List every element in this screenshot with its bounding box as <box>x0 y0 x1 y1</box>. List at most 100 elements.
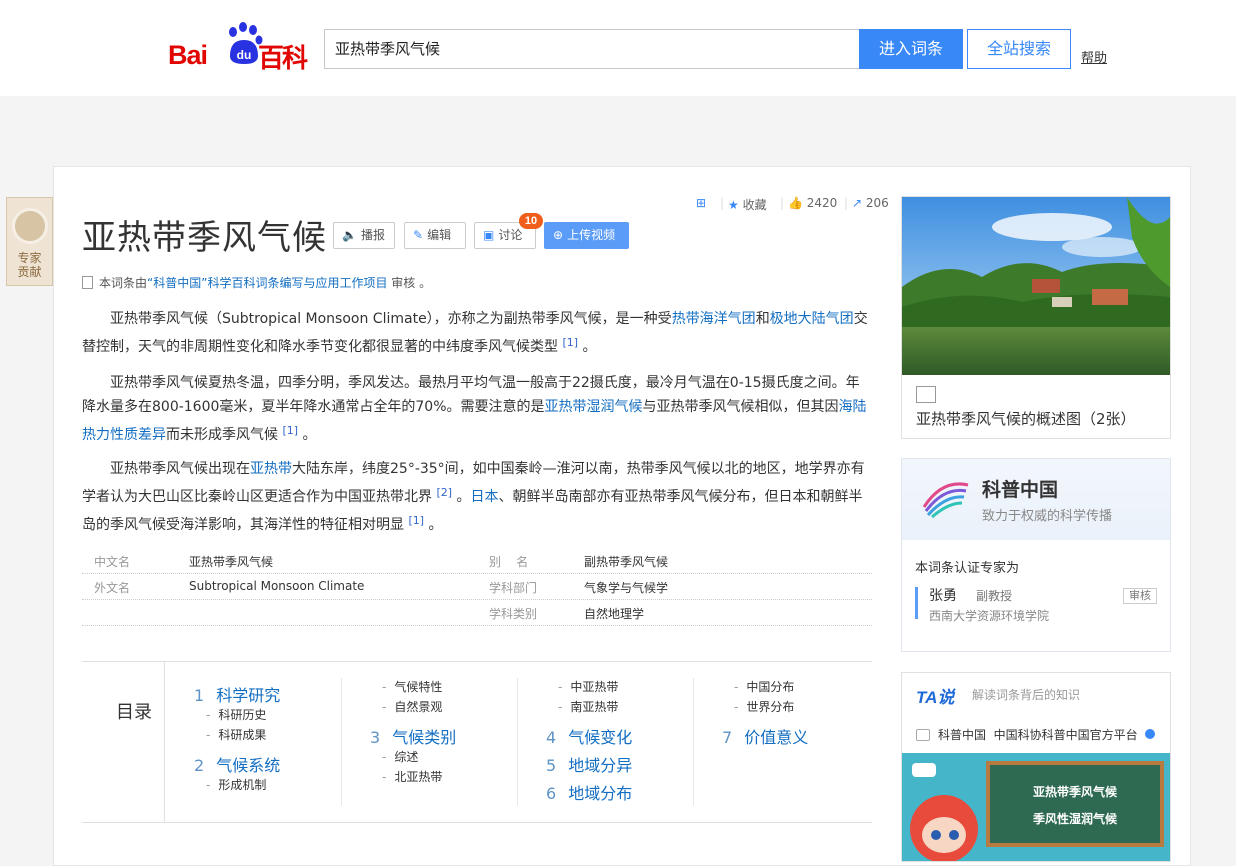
logo-baike-text: 百科 <box>258 44 308 74</box>
edit-button[interactable]: ✎ 编辑 <box>404 222 466 249</box>
summary-paragraph-2: 亚热带季风气候夏热冬温，四季分明，季风发达。最热月平均气温一般高于22摄氏度，最… <box>82 375 867 443</box>
info-key: 外文名 <box>94 581 131 595</box>
toc-subitem[interactable]: - 北亚热带 <box>382 768 442 785</box>
expert-organization: 西南大学资源环境学院 <box>929 609 1050 623</box>
source-avatar-icon <box>916 729 930 741</box>
toc-subitem[interactable]: - 形成机制 <box>206 776 266 793</box>
gallery-icon <box>916 386 936 403</box>
page-title: 亚热带季风气候 <box>82 218 327 258</box>
toc-subitem[interactable]: - 世界分布 <box>734 698 794 715</box>
help-link[interactable]: 帮助 <box>1081 47 1107 66</box>
kepu-header: 科普中国 致力于权威的科学传播 <box>902 459 1170 540</box>
table-row: 中文名 亚热带季风气候 别 名 副热带季风气候 <box>82 548 872 574</box>
table-of-contents: 目录 1 科学研究 - 科研历史 - 科研成果 2 气候系统 - 形成机制 - 气候特性 -… <box>82 661 872 823</box>
pencil-icon: ✎ <box>413 228 424 242</box>
add-icon[interactable]: ⊞ <box>696 196 706 210</box>
toc-subitem[interactable]: - 南亚热带 <box>558 698 618 715</box>
share-icon: ↗ <box>852 196 863 210</box>
ta-shuo-card: TA说 解读词条背后的知识 科普中国 中国科协科普中国官方平台 亚热带季风气候 … <box>901 672 1171 862</box>
expert-name[interactable]: 张勇 <box>929 585 957 605</box>
toc-subitem[interactable]: - 中亚热带 <box>558 678 618 695</box>
toc-subitem[interactable]: - 中国分布 <box>734 678 794 695</box>
baidu-baike-logo[interactable]: Bai du 百科 <box>168 22 308 74</box>
summary-paragraph-3: 亚热带季风气候出现在亚热带大陆东岸，纬度25°-35°间，如中国秦岭—淮河以南，… <box>82 461 865 533</box>
info-value: 副热带季风气候 <box>584 555 669 569</box>
toc-subitem[interactable]: - 综述 <box>382 748 418 765</box>
toc-item-1[interactable]: 1 科学研究 <box>194 682 280 706</box>
link-tropical-maritime-air[interactable]: 热带海洋气团 <box>672 311 756 327</box>
plus-circle-icon: ⊕ <box>553 228 564 242</box>
divider <box>517 678 518 806</box>
kepu-china-card: 科普中国 致力于权威的科学传播 本词条认证专家为 张勇 副教授 西南大学资源环境… <box>901 458 1171 652</box>
enter-entry-button[interactable]: 进入词条 <box>859 29 963 69</box>
cert-label: 本词条认证专家为 <box>915 561 1020 576</box>
review-notice: 本词条由“科普中国”科学百科词条编写与应用工作项目 审核 。 <box>82 274 431 291</box>
share-button[interactable]: ↗ 206 <box>852 196 889 210</box>
verified-icon <box>1144 729 1155 739</box>
expert-accent-bar <box>915 587 918 619</box>
video-source[interactable]: 科普中国 中国科协科普中国官方平台 <box>916 726 1155 743</box>
toc-item-5[interactable]: 5 地域分异 <box>546 752 632 776</box>
link-japan[interactable]: 日本 <box>471 489 499 505</box>
toc-item-2[interactable]: 2 气候系统 <box>194 752 280 776</box>
play-button[interactable]: 🔈 播报 <box>333 222 395 249</box>
video-title-line-1: 亚热带季风气候 <box>1032 785 1117 799</box>
cartoon-mascot-icon <box>910 763 978 861</box>
info-key: 学科类别 <box>489 607 538 621</box>
info-key: 中文名 <box>94 555 131 569</box>
ta-shuo-logo: TA说 <box>916 688 955 707</box>
logo-bai-text: Bai <box>168 40 208 70</box>
catalog-heading: 目录 <box>82 662 165 822</box>
info-value: 亚热带季风气候 <box>189 555 274 569</box>
reference-link[interactable]: [1] <box>562 336 578 349</box>
kepu-name[interactable]: 科普中国 <box>982 475 1058 502</box>
site-search-button[interactable]: 全站搜索 <box>967 29 1071 69</box>
video-title-line-2: 季风性湿润气候 <box>1032 812 1117 826</box>
collect-button[interactable]: ★ 收藏 <box>728 196 767 213</box>
album-caption: 亚热带季风气候的概述图（2张） <box>916 385 1161 431</box>
info-key: 学科部门 <box>489 581 538 595</box>
header: Bai du 百科 亚热带季风气候 进入词条 全站搜索 帮助 <box>0 0 1236 96</box>
link-subtropics[interactable]: 亚热带 <box>250 461 292 477</box>
divider: | <box>720 196 725 210</box>
summary-paragraph-1: 亚热带季风气候（Subtropical Monsoon Climate），亦称之… <box>82 311 868 355</box>
info-value: 气象学与气候学 <box>584 581 669 595</box>
search-input[interactable]: 亚热带季风气候 <box>324 29 860 69</box>
landscape-photo <box>902 197 1170 375</box>
video-thumbnail[interactable]: 亚热带季风气候 季风性湿润气候 <box>902 753 1170 861</box>
link-polar-continental-air[interactable]: 极地大陆气团 <box>770 311 854 327</box>
link-humid-subtropical[interactable]: 亚热带湿润气候 <box>545 399 643 415</box>
like-button[interactable]: 👍 2420 <box>788 196 837 210</box>
speaker-icon: 🔈 <box>342 228 357 242</box>
toc-subitem[interactable]: - 气候特性 <box>382 678 442 695</box>
divider: | <box>780 196 785 210</box>
info-key: 别 名 <box>489 555 529 569</box>
toc-item-6[interactable]: 6 地域分布 <box>546 780 632 804</box>
reference-link[interactable]: [1] <box>282 424 298 437</box>
summary-album[interactable]: 亚热带季风气候的概述图（2张） <box>901 196 1171 439</box>
info-value: 自然地理学 <box>584 607 645 621</box>
table-row: 学科类别 自然地理学 <box>82 600 872 626</box>
expert-badge-icon <box>12 208 48 244</box>
toc-item-4[interactable]: 4 气候变化 <box>546 724 632 748</box>
chat-icon: ▣ <box>483 228 495 242</box>
logo-du-text: du <box>237 48 252 62</box>
review-project-link[interactable]: “科普中国”科学百科词条编写与应用工作项目 <box>147 276 387 290</box>
toc-subitem[interactable]: - 自然景观 <box>382 698 442 715</box>
toc-subitem[interactable]: - 科研成果 <box>206 726 266 743</box>
discuss-count-badge: 10 <box>519 213 543 229</box>
toc-item-3[interactable]: 3 气候类别 <box>370 724 456 748</box>
reference-link[interactable]: [2] <box>436 486 452 499</box>
table-row: 外文名 Subtropical Monsoon Climate 学科部门 气象学… <box>82 574 872 600</box>
star-icon: ★ <box>728 198 739 212</box>
toc-item-7[interactable]: 7 价值意义 <box>722 724 808 748</box>
toc-subitem[interactable]: - 科研历史 <box>206 706 266 723</box>
reference-link[interactable]: [1] <box>408 514 424 527</box>
kepu-slogan: 致力于权威的科学传播 <box>982 509 1113 524</box>
upload-video-button[interactable]: ⊕ 上传视频 <box>544 222 629 249</box>
expert-title: 副教授 <box>976 589 1013 603</box>
thumbs-up-icon: 👍 <box>788 196 803 210</box>
expert-contribution-tab[interactable]: 专家 贡献 <box>6 197 53 286</box>
document-icon <box>82 276 93 289</box>
kepu-logo-icon <box>922 482 969 519</box>
